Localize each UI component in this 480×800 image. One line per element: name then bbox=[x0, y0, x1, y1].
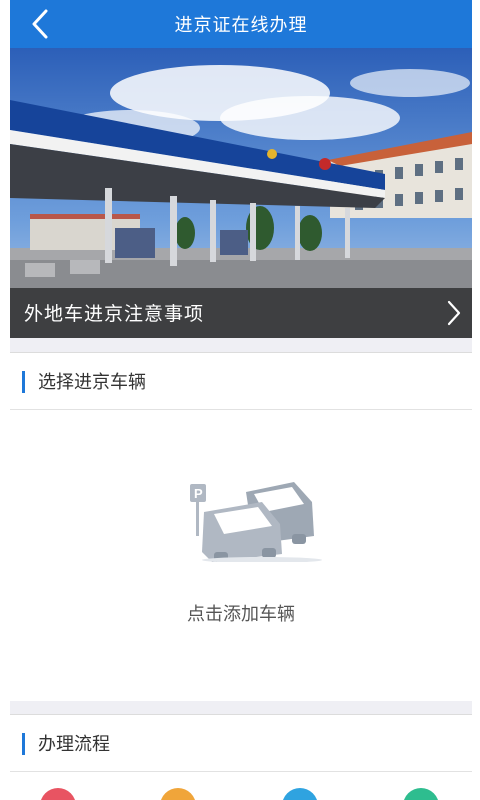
cars-icon: P bbox=[190, 482, 322, 562]
back-button[interactable] bbox=[26, 8, 58, 40]
apply-icon[interactable] bbox=[40, 788, 76, 800]
app-frame: 进京证在线办理 外地车进京注意事项 选择进京车辆 P 点击添加车辆 办理流程 bbox=[10, 0, 472, 800]
banner-caption: 外地车进京注意事项 bbox=[24, 303, 205, 325]
process-section: 办理流程 bbox=[10, 714, 472, 800]
section-accent-bar bbox=[22, 371, 25, 393]
add-vehicle-label: 点击添加车辆 bbox=[187, 604, 295, 625]
process-section-title: 办理流程 bbox=[38, 734, 110, 755]
vehicle-section: 选择进京车辆 P 点击添加车辆 bbox=[10, 352, 472, 701]
complete-icon[interactable] bbox=[403, 788, 439, 800]
page-title: 进京证在线办理 bbox=[174, 15, 308, 36]
chevron-right-icon bbox=[447, 300, 461, 326]
svg-text:P: P bbox=[194, 486, 203, 501]
top-nav-bar: 进京证在线办理 bbox=[10, 0, 472, 48]
vehicle-section-header: 选择进京车辆 bbox=[10, 353, 472, 410]
notice-banner[interactable]: 外地车进京注意事项 bbox=[10, 48, 472, 338]
form-icon[interactable] bbox=[160, 788, 196, 800]
process-section-header: 办理流程 bbox=[10, 715, 472, 772]
add-vehicle-button[interactable]: P 点击添加车辆 bbox=[10, 410, 472, 700]
vehicle-section-title: 选择进京车辆 bbox=[38, 372, 146, 393]
review-icon[interactable] bbox=[282, 788, 318, 800]
process-steps bbox=[10, 772, 472, 800]
chevron-left-icon bbox=[32, 9, 48, 39]
section-accent-bar bbox=[22, 733, 25, 755]
